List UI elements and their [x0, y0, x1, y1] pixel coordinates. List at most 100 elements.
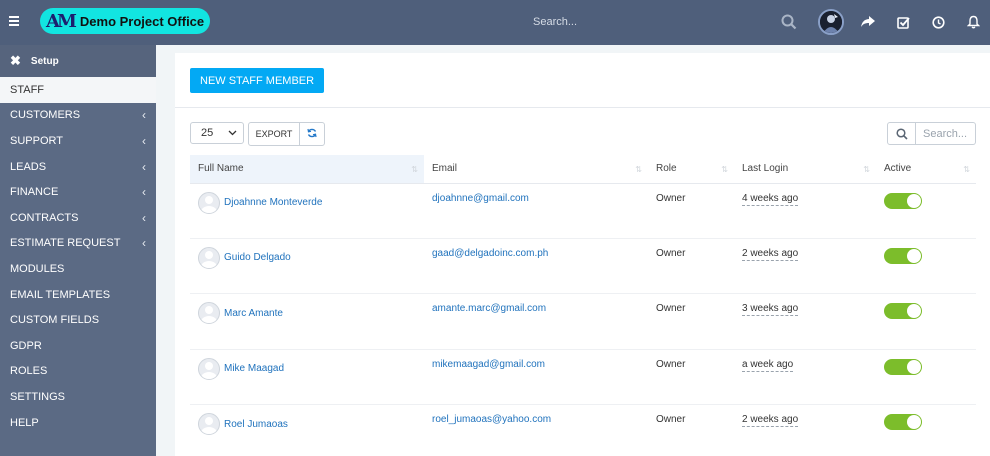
avatar[interactable] — [198, 357, 220, 380]
table-search-input[interactable] — [916, 122, 976, 145]
sidebar-item-label: GDPR — [10, 339, 42, 352]
staff-table: Full Name ⇅ Email ⇅ Role ⇅ Last Login ⇅ Acti… — [190, 155, 976, 456]
column-header-role[interactable]: Role ⇅ — [648, 155, 734, 184]
sidebar-item-gdpr[interactable]: GDPR — [0, 333, 156, 359]
sidebar-item-estimate-request[interactable]: ESTIMATE REQUEST ‹ — [0, 231, 156, 257]
staff-name-link[interactable]: Mike Maagad — [224, 363, 284, 374]
table-controls: 25 EXPORT — [190, 122, 976, 146]
chevron-left-icon: ‹ — [142, 185, 146, 200]
chevron-down-icon — [228, 130, 237, 136]
table-header-row: Full Name ⇅ Email ⇅ Role ⇅ Last Login ⇅ Acti… — [190, 155, 976, 184]
close-icon[interactable]: ✖ — [10, 53, 21, 69]
sort-icon: ⇅ — [635, 165, 642, 174]
avatar[interactable] — [198, 191, 220, 214]
column-header-last-login[interactable]: Last Login ⇅ — [734, 155, 876, 184]
staff-last-login: 4 weeks ago — [742, 192, 799, 206]
table-row: Djoahnne Monteverde djoahnne@gmail.com O… — [190, 183, 976, 239]
sidebar-item-support[interactable]: SUPPORT ‹ — [0, 128, 156, 154]
chevron-left-icon: ‹ — [142, 159, 146, 174]
staff-name-link[interactable]: Guido Delgado — [224, 252, 291, 263]
global-search-input[interactable] — [520, 12, 770, 32]
sort-icon: ⇅ — [411, 165, 418, 174]
logo-mark: AM — [46, 10, 77, 32]
staff-role: Owner — [656, 358, 686, 370]
user-avatar[interactable] — [818, 9, 844, 35]
sidebar-item-label: STAFF — [10, 83, 45, 96]
staff-email-link[interactable]: roel_jumaoas@yahoo.com — [432, 414, 551, 425]
new-staff-member-button[interactable]: NEW STAFF MEMBER — [190, 68, 325, 93]
sidebar-item-label: LEADS — [10, 160, 47, 173]
staff-email-link[interactable]: mikemaagad@gmail.com — [432, 359, 545, 370]
active-toggle[interactable] — [884, 414, 922, 431]
sidebar-item-finance[interactable]: FINANCE ‹ — [0, 179, 156, 205]
sidebar-item-label: SUPPORT — [10, 134, 63, 147]
sidebar-item-label: ROLES — [10, 365, 48, 378]
staff-name-link[interactable]: Roel Jumaoas — [224, 419, 288, 430]
avatar[interactable] — [198, 413, 220, 436]
avatar[interactable] — [198, 246, 220, 269]
staff-panel: NEW STAFF MEMBER 25 EXPORT Full Name⇅ Em… — [175, 53, 990, 456]
app-logo[interactable]: AM Demo Project Office — [40, 8, 210, 34]
sidebar-setup-header[interactable]: ✖ Setup — [0, 45, 156, 77]
staff-last-login: 3 weeks ago — [742, 303, 799, 317]
sidebar-item-custom-fields[interactable]: CUSTOM FIELDS — [0, 307, 156, 333]
sidebar-item-label: ESTIMATE REQUEST — [10, 237, 121, 250]
staff-role: Owner — [656, 192, 686, 204]
table-row: Marc Amante amante.marc@gmail.com Owner … — [190, 293, 976, 350]
staff-role: Owner — [656, 247, 686, 259]
sidebar-item-staff[interactable]: STAFF — [0, 77, 156, 103]
sidebar-item-help[interactable]: HELP — [0, 410, 156, 436]
staff-role: Owner — [656, 414, 686, 426]
share-icon[interactable] — [859, 13, 877, 31]
avatar[interactable] — [198, 302, 220, 325]
page-size-value: 25 — [201, 127, 214, 139]
table-search — [887, 122, 976, 145]
chevron-left-icon: ‹ — [142, 236, 146, 251]
staff-email-link[interactable]: djoahnne@gmail.com — [432, 193, 529, 204]
chevron-left-icon: ‹ — [142, 133, 146, 148]
sidebar-item-label: CUSTOM FIELDS — [10, 314, 100, 327]
sidebar-item-contracts[interactable]: CONTRACTS ‹ — [0, 205, 156, 231]
sidebar-item-email-templates[interactable]: EMAIL TEMPLATES — [0, 282, 156, 308]
sort-icon: ⇅ — [963, 165, 970, 174]
bell-icon[interactable] — [964, 13, 982, 31]
export-button[interactable]: EXPORT — [248, 122, 300, 146]
refresh-button[interactable] — [299, 122, 325, 146]
column-header-active[interactable]: Active ⇅ — [876, 155, 976, 184]
staff-email-link[interactable]: gaad@delgadoinc.com.ph — [432, 248, 548, 259]
app-title: Demo Project Office — [79, 13, 205, 29]
staff-name-link[interactable]: Marc Amante — [224, 308, 283, 319]
sidebar-item-settings[interactable]: SETTINGS — [0, 384, 156, 410]
menu-icon[interactable] — [9, 16, 19, 26]
page-size-select[interactable]: 25 — [190, 122, 244, 144]
column-header-full-name[interactable]: Full Name ⇅ — [190, 155, 424, 184]
search-icon[interactable] — [887, 122, 916, 145]
top-navbar: AM Demo Project Office — [0, 0, 990, 45]
table-row: Roel Jumaoas roel_jumaoas@yahoo.com Owne… — [190, 404, 976, 456]
sidebar-item-label: MODULES — [10, 262, 65, 275]
active-toggle[interactable] — [884, 247, 922, 264]
sidebar-item-roles[interactable]: ROLES — [0, 359, 156, 385]
sidebar-setup-label: Setup — [30, 55, 59, 67]
search-icon[interactable] — [780, 13, 798, 31]
sidebar-item-customers[interactable]: CUSTOMERS ‹ — [0, 103, 156, 129]
chevron-left-icon: ‹ — [142, 108, 146, 123]
sidebar-item-label: FINANCE — [10, 186, 59, 199]
column-header-email[interactable]: Email ⇅ — [424, 155, 648, 184]
checkbox-icon[interactable] — [894, 13, 912, 31]
active-toggle[interactable] — [884, 192, 922, 209]
sidebar-item-modules[interactable]: MODULES — [0, 256, 156, 282]
sort-icon: ⇅ — [863, 165, 870, 174]
panel-header: NEW STAFF MEMBER — [175, 53, 990, 108]
sidebar-item-label: CUSTOMERS — [10, 109, 81, 122]
sidebar-item-label: CONTRACTS — [10, 211, 79, 224]
staff-email-link[interactable]: amante.marc@gmail.com — [432, 303, 546, 314]
active-toggle[interactable] — [884, 303, 922, 320]
staff-name-link[interactable]: Djoahnne Monteverde — [224, 197, 322, 208]
sidebar-item-label: HELP — [10, 416, 39, 429]
sidebar-item-leads[interactable]: LEADS ‹ — [0, 154, 156, 180]
staff-role: Owner — [656, 303, 686, 315]
active-toggle[interactable] — [884, 358, 922, 375]
clock-icon[interactable] — [929, 13, 947, 31]
table-row: Mike Maagad mikemaagad@gmail.com Owner a… — [190, 349, 976, 406]
